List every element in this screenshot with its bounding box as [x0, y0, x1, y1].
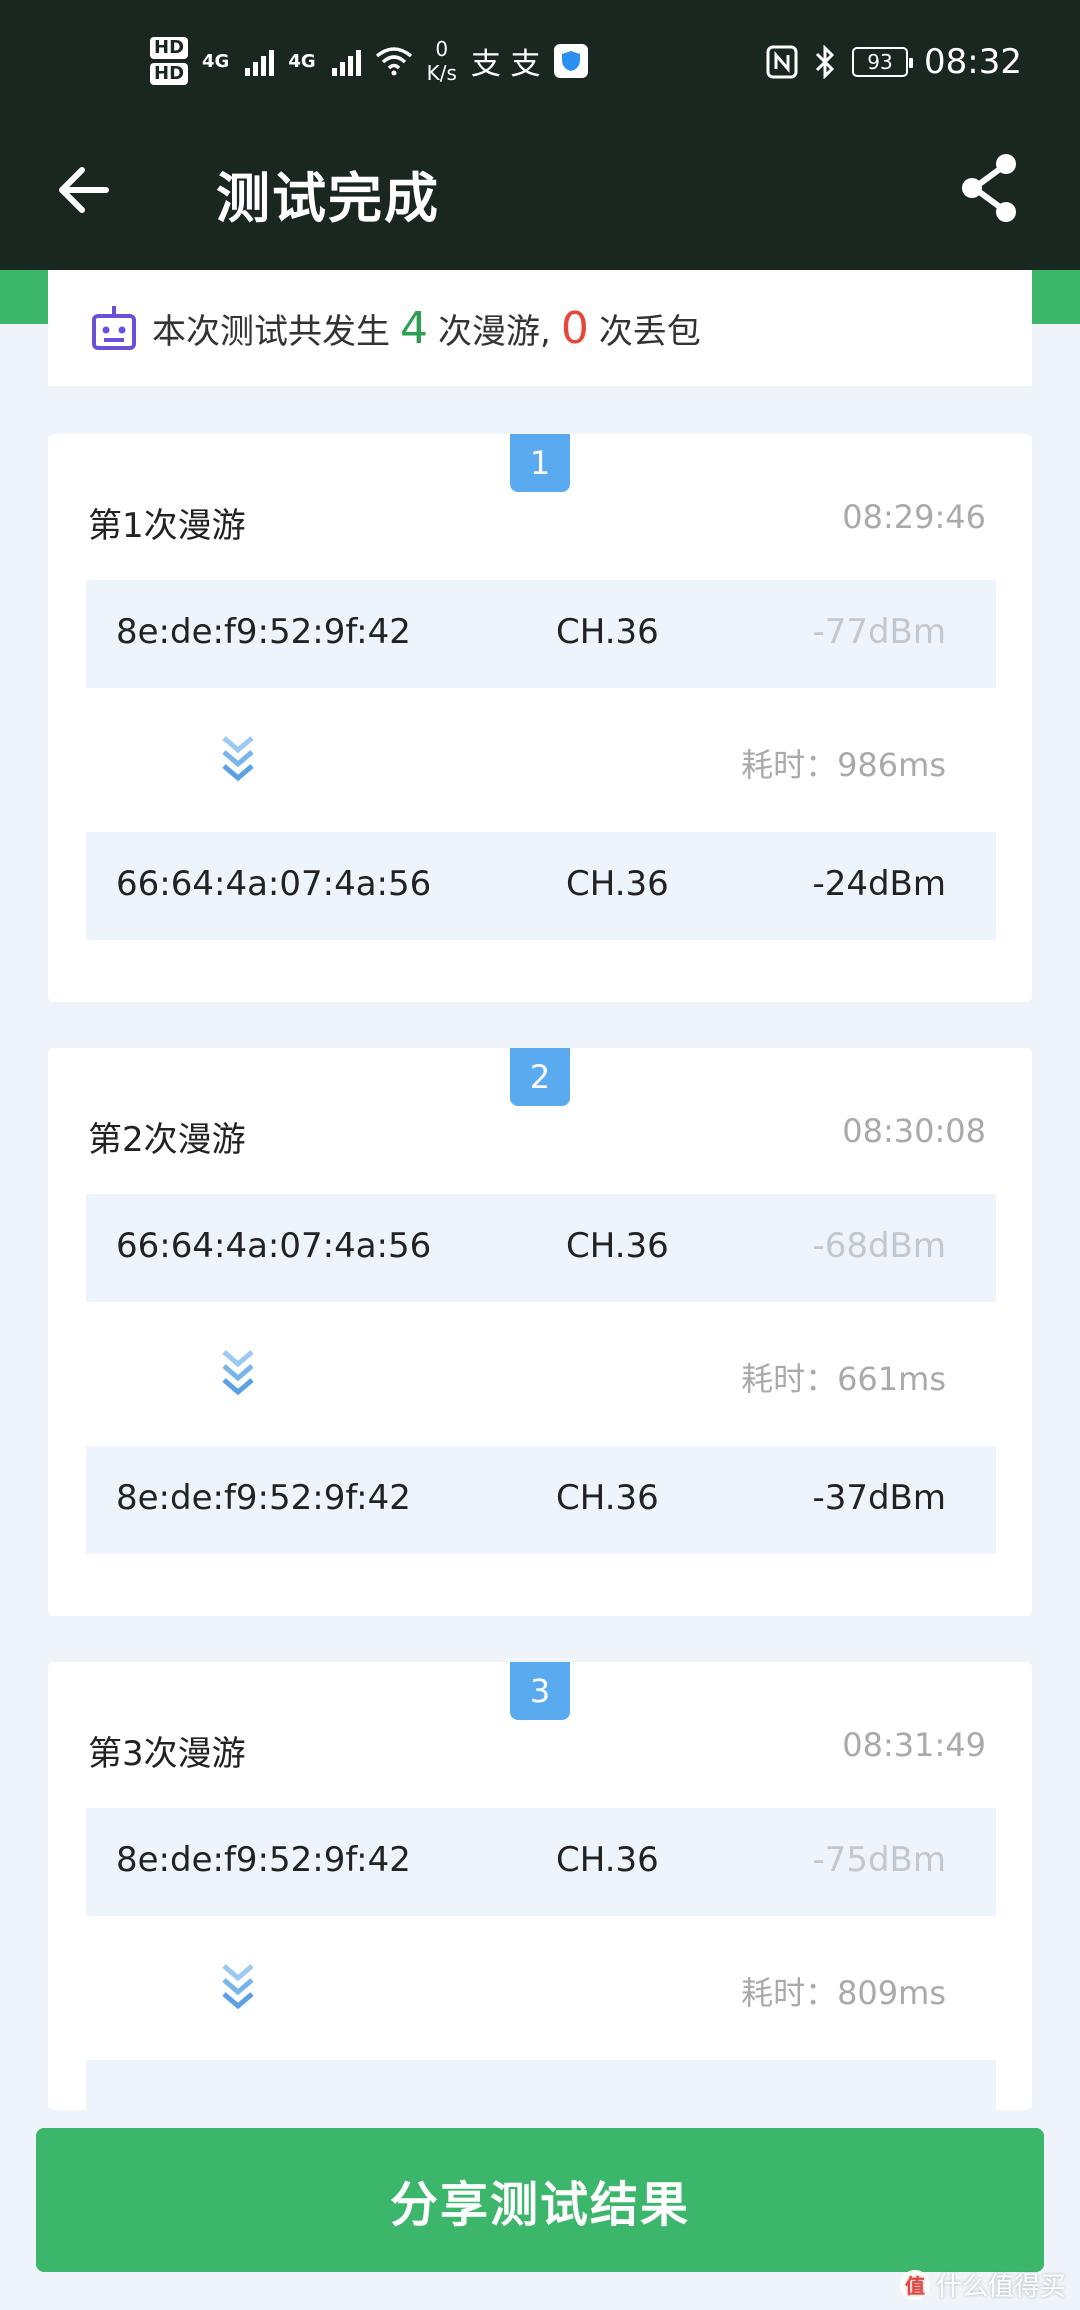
roam-index-badge: 1 [510, 434, 570, 492]
watermark-logo: 值 [899, 2269, 930, 2300]
roam-elapsed: 耗时：986ms [741, 746, 946, 784]
bluetooth-icon [815, 45, 835, 79]
roam-timestamp: 08:29:46 [842, 498, 986, 536]
header-accent-left [0, 270, 48, 324]
summary-prefix: 本次测试共发生 [152, 311, 390, 352]
ap-channel: CH.36 [556, 1478, 659, 1518]
watermark-text: 什么值得买 [935, 2272, 1066, 2302]
roam-elapsed: 耗时：809ms [741, 1974, 946, 2012]
ap-row-from: 8e:de:f9:52:9f:42 CH.36 -77dBm [86, 580, 996, 688]
roam-index-badge: 2 [510, 1048, 570, 1106]
wifi-icon [375, 47, 412, 76]
share-icon[interactable] [952, 150, 1028, 226]
ap-signal: -68dBm [812, 1226, 946, 1266]
ap-mac: 8e:de:f9:52:9f:42 [116, 1478, 411, 1518]
header-accent-right [1032, 270, 1080, 324]
nfc-icon [766, 45, 798, 79]
watermark: 值 什么值得买 [899, 2266, 1066, 2303]
notification-glyphs: 支 支 [470, 47, 541, 82]
hd-indicators: HD HD [150, 37, 189, 85]
ap-mac: 66:64:4a:07:4a:56 [116, 1226, 432, 1266]
ap-row-to [86, 2060, 996, 2110]
roam-card: 3 第3次漫游 08:31:49 8e:de:f9:52:9f:42 CH.36… [48, 1662, 1032, 2110]
chevron-down-icon [222, 1350, 254, 1396]
ap-signal: -37dBm [812, 1478, 946, 1518]
ap-channel: CH.36 [556, 1840, 659, 1880]
back-arrow-icon[interactable] [52, 158, 116, 222]
ap-row-to: 66:64:4a:07:4a:56 CH.36 -24dBm [86, 832, 996, 940]
hd-icon-sim2: HD [150, 63, 189, 85]
app-bar: 测试完成 [0, 110, 1080, 270]
ap-signal: -77dBm [812, 612, 946, 652]
signal-icon-sim1 [245, 46, 275, 76]
ap-signal: -75dBm [812, 1840, 946, 1880]
ap-mac: 8e:de:f9:52:9f:42 [116, 1840, 411, 1880]
roam-title: 第1次漫游 [88, 506, 246, 546]
roam-index-badge: 3 [510, 1662, 570, 1720]
roam-card: 2 第2次漫游 08:30:08 66:64:4a:07:4a:56 CH.36… [48, 1048, 1032, 1616]
packet-loss-count: 0 [560, 302, 589, 354]
clock: 08:32 [924, 42, 1022, 82]
packet-loss-label: 次丢包 [598, 311, 701, 352]
ap-signal: -24dBm [812, 864, 946, 904]
ap-row-from: 8e:de:f9:52:9f:42 CH.36 -75dBm [86, 1808, 996, 1916]
roam-count: 4 [400, 302, 428, 354]
battery-icon: 93 [852, 47, 914, 77]
shield-icon [554, 44, 589, 78]
hd-icon-sim1: HD [150, 37, 189, 59]
status-bar: HD HD 4G 4G 0 K/s 支 支 93 08:32 [0, 0, 1080, 110]
roam-card: 1 第1次漫游 08:29:46 8e:de:f9:52:9f:42 CH.36… [48, 434, 1032, 1002]
net-speed: 0 K/s [427, 37, 457, 85]
status-right: 93 08:32 [766, 30, 1022, 94]
roam-elapsed: 耗时：661ms [741, 1360, 946, 1398]
signal-icon-sim2 [331, 46, 361, 76]
roam-timestamp: 08:30:08 [842, 1112, 986, 1150]
sim1-network-label: 4G [202, 50, 230, 72]
robot-icon [92, 306, 136, 350]
share-results-button[interactable]: 分享测试结果 [36, 2128, 1044, 2272]
ap-mac: 66:64:4a:07:4a:56 [116, 864, 432, 904]
ap-row-from: 66:64:4a:07:4a:56 CH.36 -68dBm [86, 1194, 996, 1302]
ap-mac: 8e:de:f9:52:9f:42 [116, 612, 411, 652]
net-speed-value: 0 [435, 37, 449, 61]
chevron-down-icon [222, 736, 254, 782]
sim2-network-label: 4G [288, 50, 316, 72]
roam-timestamp: 08:31:49 [842, 1726, 986, 1764]
roam-title: 第3次漫游 [88, 1734, 246, 1774]
net-speed-unit: K/s [426, 61, 457, 85]
ap-channel: CH.36 [566, 1226, 669, 1266]
ap-channel: CH.36 [566, 864, 669, 904]
page-title: 测试完成 [216, 167, 440, 230]
chevron-down-icon [222, 1964, 254, 2010]
roam-count-label: 次漫游, [438, 311, 551, 352]
ap-channel: CH.36 [556, 612, 659, 652]
ap-row-to: 8e:de:f9:52:9f:42 CH.36 -37dBm [86, 1446, 996, 1554]
battery-level: 93 [867, 50, 893, 74]
status-left: HD HD 4G 4G 0 K/s 支 支 [150, 26, 589, 96]
roam-title: 第2次漫游 [88, 1120, 246, 1160]
summary-bar: 本次测试共发生 4 次漫游, 0 次丢包 [48, 270, 1032, 386]
